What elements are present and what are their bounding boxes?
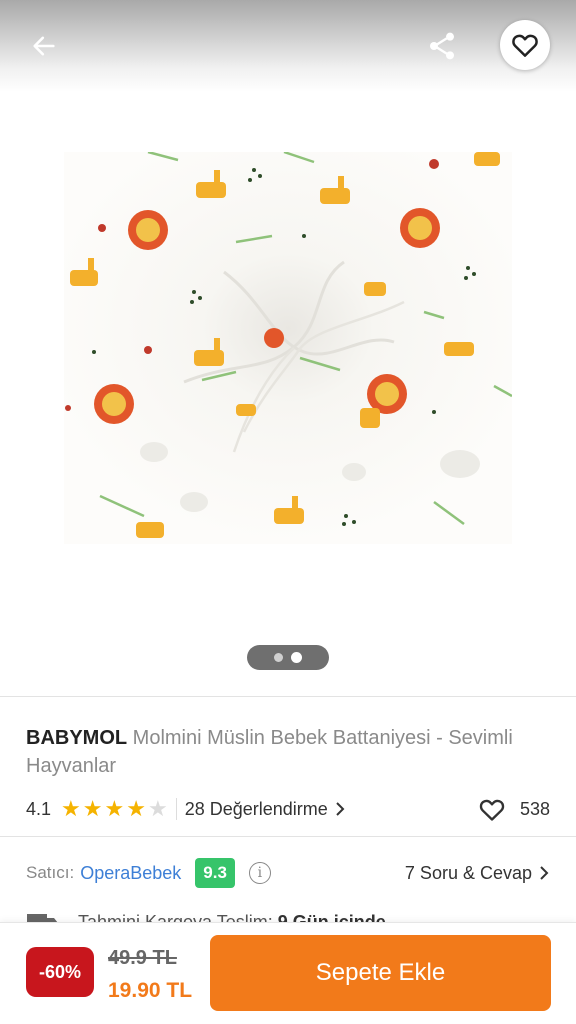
back-button[interactable] [22,24,66,68]
add-to-cart-button[interactable]: Sepete Ekle [210,935,551,1011]
star-empty-icon: ★ [147,796,168,821]
share-button[interactable] [420,24,464,68]
product-title: BABYMOL Molmini Müslin Bebek Battaniyesi… [26,724,546,780]
divider [0,696,576,697]
product-gallery[interactable] [0,0,576,695]
questions-answers-link[interactable]: 7 Soru & Cevap [405,857,550,889]
seller-score-badge: 9.3 [195,858,235,888]
pager-dot[interactable] [274,653,283,662]
heart-outline-icon [512,34,538,57]
product-brand[interactable]: BABYMOL [26,727,127,749]
seller-label: Satıcı: [26,863,75,882]
rating-value: 4.1 [26,798,52,819]
info-icon[interactable]: i [248,862,271,884]
reviews-label: 28 Değerlendirme [184,798,328,819]
rating-separator [175,798,177,820]
heart-outline-icon [479,799,505,821]
seller-row: Satıcı: OperaBebek 9.3 i 7 Soru & Cevap [26,857,550,889]
image-pager[interactable] [247,645,329,670]
arrow-left-icon [33,36,55,56]
rating-row: 4.1 ★ ★ ★ ★ ★ 28 Değerlendirme 538 [26,794,550,824]
share-icon [430,32,454,60]
old-price: 49.9 TL [108,947,177,969]
product-image[interactable] [64,152,512,544]
star-filled-icon: ★ [82,796,103,821]
chevron-right-icon [540,866,549,880]
star-filled-icon: ★ [126,796,146,821]
muslin-blanket-pattern [64,152,512,544]
likes-count: 538 [519,798,550,819]
star-filled-icon: ★ [61,796,81,821]
favorite-button[interactable] [500,20,550,70]
star-filled-icon: ★ [104,796,125,821]
qa-label: 7 Soru & Cevap [404,862,532,883]
chevron-right-icon [336,802,345,816]
rating-stars: ★ ★ ★ ★ ★ [61,798,168,820]
seller-name-link[interactable]: OperaBebek [80,863,181,884]
likes[interactable]: 538 [478,794,550,824]
reviews-link[interactable]: 28 Değerlendirme [185,799,346,820]
divider [0,836,576,837]
pager-dot-active[interactable] [291,652,302,663]
discount-badge: -60% [26,947,94,997]
top-bar [0,0,576,92]
purchase-bar: -60% 49.9 TL 19.90 TL Sepete Ekle [0,922,576,1024]
new-price: 19.90 TL [108,979,193,1002]
